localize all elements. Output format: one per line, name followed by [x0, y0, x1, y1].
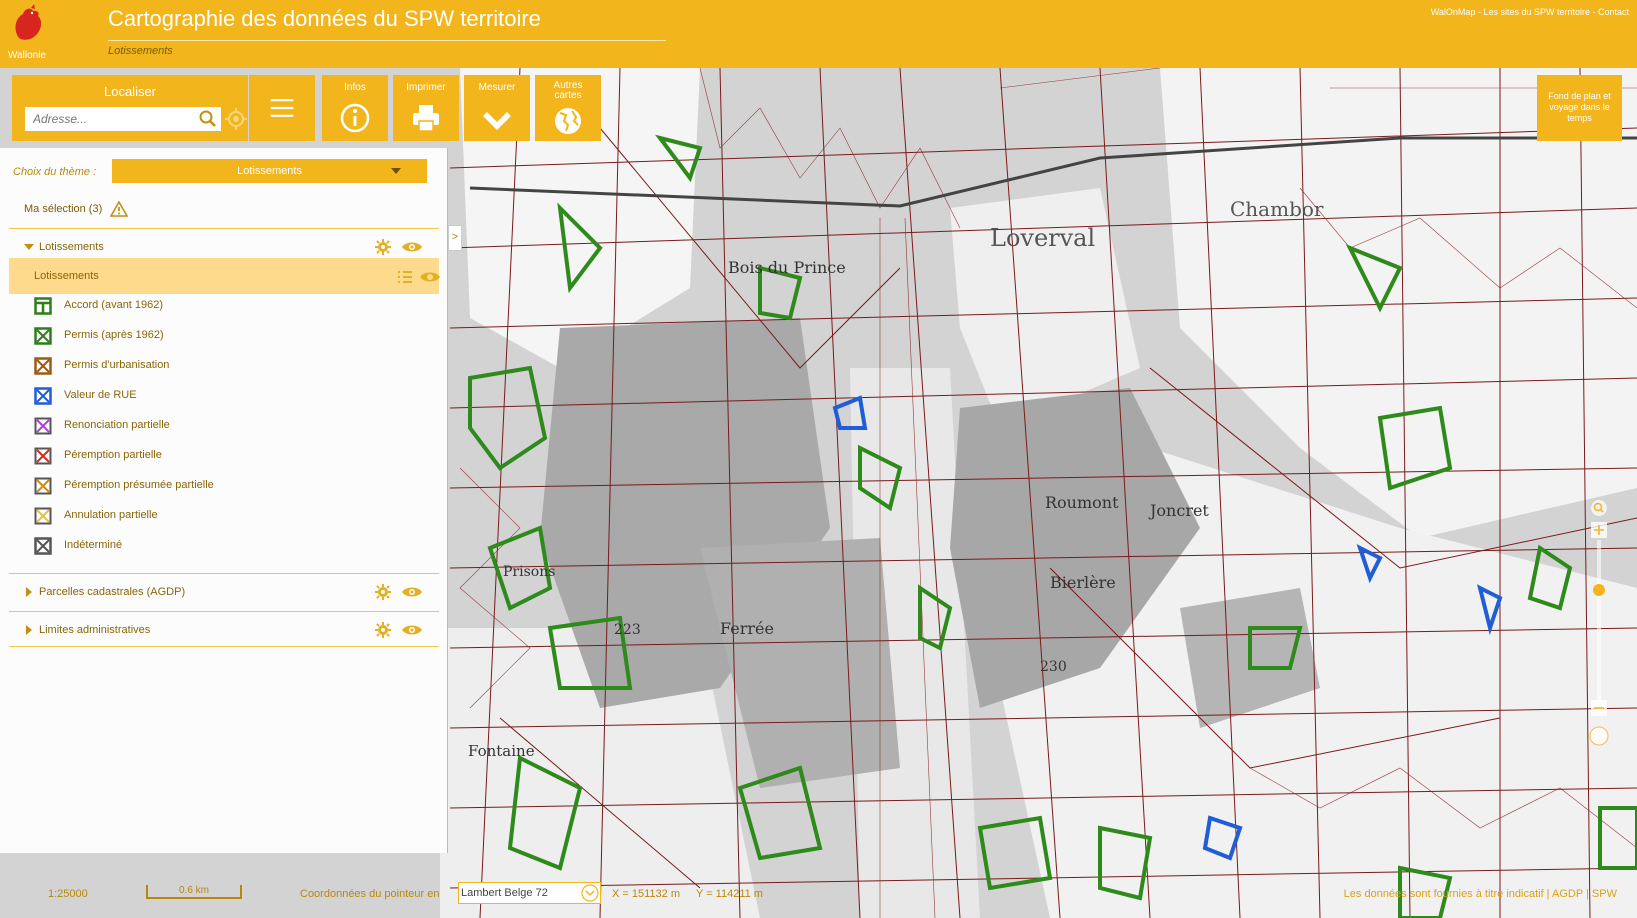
cross-box-icon — [34, 387, 52, 405]
gear-icon[interactable] — [375, 584, 391, 600]
zoom-search-icon[interactable] — [1591, 500, 1607, 516]
caret-right-icon[interactable] — [26, 625, 32, 635]
legend-label: Péremption présumée partielle — [64, 479, 214, 491]
zoom-reset-icon[interactable] — [1589, 726, 1609, 746]
legend-label: Accord (avant 1962) — [64, 299, 164, 311]
gear-icon[interactable] — [375, 622, 391, 638]
sublayer-lotissements[interactable]: Lotissements — [9, 258, 441, 294]
legend-label: Renonciation partielle — [64, 419, 170, 431]
map-label-ferree: Ferrée — [720, 619, 774, 638]
warning-icon — [110, 201, 128, 217]
map-label-bierlere: Bierlère — [1050, 573, 1116, 592]
cross-box-icon — [34, 537, 52, 555]
search-icon[interactable] — [198, 109, 218, 129]
title-divider — [108, 40, 666, 41]
rooster-icon — [15, 4, 42, 40]
accord-icon — [34, 297, 52, 315]
autres-cartes-label: Autres cartes — [553, 80, 583, 101]
status-bar: 1:25000 0.6 km Coordonnées du pointeur e… — [0, 880, 1637, 918]
autres-cartes-button[interactable]: Autres cartes — [535, 75, 601, 141]
legend-list-icon[interactable] — [397, 270, 413, 284]
menu-button[interactable] — [249, 75, 315, 141]
map-label-joncret: Joncret — [1148, 501, 1209, 520]
coords-label: Coordonnées du pointeur en — [300, 888, 440, 900]
eye-icon[interactable] — [401, 585, 423, 599]
legend-label: Péremption partielle — [64, 449, 162, 461]
fond-de-plan-button[interactable]: Fond de plan et voyage dans le temps — [1537, 75, 1622, 141]
coord-y: Y = 114211 m — [696, 888, 763, 900]
cross-box-icon — [34, 477, 52, 495]
collapse-panel-button[interactable]: > — [448, 225, 462, 251]
logo-label: Wallonie — [8, 50, 46, 61]
layer-label: Lotissements — [39, 241, 104, 253]
caret-right-icon[interactable] — [26, 587, 32, 597]
legend-label: Permis (après 1962) — [64, 329, 164, 341]
cross-box-icon — [34, 507, 52, 525]
map-label-prisons: Prisons — [503, 564, 555, 580]
printer-icon — [413, 105, 439, 132]
theme-select-value: Lotissements — [237, 165, 302, 177]
cross-box-icon — [34, 327, 52, 345]
localiser-label: Localiser — [103, 84, 157, 99]
hamburger-icon — [270, 99, 294, 117]
zoom-track[interactable] — [1597, 540, 1601, 700]
eye-icon[interactable] — [401, 623, 423, 637]
map-label-roumont: Roumont — [1045, 493, 1119, 512]
imprimer-button[interactable]: Imprimer — [393, 75, 459, 141]
ruler-icon — [483, 112, 511, 130]
layer-limites-administratives[interactable]: Limites administratives — [9, 611, 439, 647]
infos-label: Infos — [344, 82, 366, 93]
mesurer-button[interactable]: Mesurer — [464, 75, 530, 141]
app-header: Wallonie Cartographie des données du SPW… — [0, 0, 1637, 68]
info-icon — [340, 103, 370, 133]
cross-box-icon — [34, 417, 52, 435]
address-search-input[interactable] — [25, 107, 221, 131]
zoom-handle[interactable] — [1593, 584, 1605, 596]
legend-label: Indéterminé — [64, 539, 123, 551]
map-label-chambor: Chambor — [1230, 197, 1324, 221]
coord-x: X = 151132 m — [612, 888, 680, 900]
zoom-slider[interactable] — [1589, 500, 1609, 750]
layer-parcelles-cadastrales[interactable]: Parcelles cadastrales (AGDP) — [9, 573, 439, 609]
my-selection-link[interactable]: Ma sélection (3) — [24, 203, 102, 215]
map-label-bois-du-prince: Bois du Prince — [728, 258, 846, 277]
theme-select[interactable]: Lotissements — [112, 159, 427, 183]
map-label-loverval: Loverval — [990, 224, 1095, 252]
caret-down-icon[interactable] — [24, 244, 34, 250]
layers-panel: Choix du thème : Lotissements Ma sélecti… — [0, 148, 448, 853]
cross-box-icon — [34, 357, 52, 375]
eye-icon[interactable] — [401, 240, 423, 254]
crs-value: Lambert Belge 72 — [461, 887, 548, 899]
map-label-fontaine: Fontaine — [468, 742, 535, 760]
mesurer-label: Mesurer — [478, 82, 516, 93]
scale-label: 1:25000 — [48, 888, 88, 900]
scale-bar: 0.6 km — [146, 885, 242, 899]
imprimer-label: Imprimer — [406, 82, 446, 93]
footer-note[interactable]: Les données sont fournies à titre indica… — [1344, 888, 1617, 900]
infos-button[interactable]: Infos — [322, 75, 388, 141]
legend-label: Valeur de RUE — [64, 389, 137, 401]
sublayer-label: Lotissements — [34, 270, 99, 282]
geolocate-icon[interactable] — [225, 108, 247, 130]
app-subtitle: Lotissements — [108, 45, 173, 57]
gear-icon[interactable] — [375, 239, 391, 255]
globe-icon — [555, 108, 581, 134]
chevron-down-icon — [391, 168, 401, 174]
app-title: Cartographie des données du SPW territoi… — [108, 6, 541, 31]
chevron-down-icon[interactable] — [581, 884, 599, 902]
localiser-panel: Localiser — [12, 75, 248, 141]
layer-label: Limites administratives — [39, 624, 151, 636]
eye-icon[interactable] — [419, 270, 441, 284]
cross-box-icon — [34, 447, 52, 465]
theme-label: Choix du thème : — [13, 166, 97, 178]
map-label-alt-230: 230 — [1040, 659, 1067, 675]
layer-label: Parcelles cadastrales (AGDP) — [39, 586, 186, 598]
top-links[interactable]: WalOnMap - Les sites du SPW territoire -… — [1431, 7, 1629, 17]
crs-select[interactable]: Lambert Belge 72 — [458, 882, 601, 904]
legend-label: Permis d'urbanisation — [64, 359, 170, 371]
map-label-alt-223: 223 — [614, 622, 641, 638]
legend-label: Annulation partielle — [64, 509, 158, 521]
wallonie-logo[interactable]: Wallonie — [6, 4, 48, 62]
